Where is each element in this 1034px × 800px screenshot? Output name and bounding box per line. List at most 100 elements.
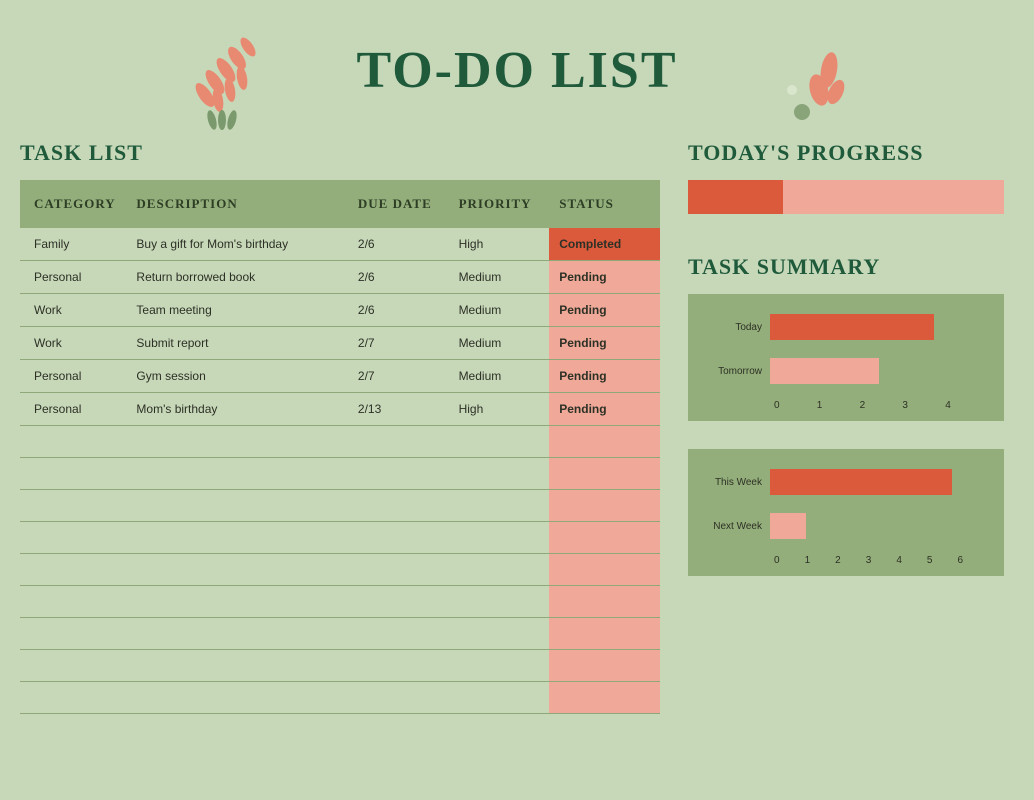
cell-empty[interactable] (348, 650, 449, 682)
chart-bar (770, 513, 806, 539)
summary-chart: This WeekNext Week0123456 (688, 449, 1004, 576)
cell-status[interactable]: Pending (549, 327, 660, 360)
cell-empty[interactable] (549, 458, 660, 490)
cell-empty[interactable] (126, 618, 347, 650)
cell-empty[interactable] (449, 490, 550, 522)
cell-empty[interactable] (549, 554, 660, 586)
cell-description[interactable]: Team meeting (126, 294, 347, 327)
cell-empty[interactable] (348, 426, 449, 458)
cell-empty[interactable] (20, 618, 126, 650)
cell-empty[interactable] (549, 682, 660, 714)
cell-due[interactable]: 2/6 (348, 228, 449, 261)
summary-chart: TodayTomorrow01234 (688, 294, 1004, 421)
cell-empty[interactable] (348, 586, 449, 618)
chart-tick: 1 (805, 555, 836, 566)
cell-category[interactable]: Work (20, 294, 126, 327)
cell-status[interactable]: Pending (549, 393, 660, 426)
chart-bar (770, 314, 934, 340)
cell-empty[interactable] (20, 490, 126, 522)
chart-bar-area (770, 513, 988, 539)
cell-empty[interactable] (126, 522, 347, 554)
cell-empty[interactable] (449, 554, 550, 586)
cell-status[interactable]: Pending (549, 360, 660, 393)
cell-priority[interactable]: Medium (449, 261, 550, 294)
cell-due[interactable]: 2/6 (348, 294, 449, 327)
leaf-decoration-right-icon (774, 50, 864, 140)
col-due-date: DUE DATE (348, 180, 449, 228)
cell-empty[interactable] (126, 490, 347, 522)
col-priority: PRIORITY (449, 180, 550, 228)
cell-empty[interactable] (20, 522, 126, 554)
cell-description[interactable]: Return borrowed book (126, 261, 347, 294)
cell-empty[interactable] (126, 682, 347, 714)
cell-empty[interactable] (449, 586, 550, 618)
cell-empty[interactable] (126, 650, 347, 682)
cell-priority[interactable]: Medium (449, 294, 550, 327)
cell-description[interactable]: Gym session (126, 360, 347, 393)
chart-tick: 2 (835, 555, 866, 566)
cell-empty[interactable] (348, 554, 449, 586)
cell-empty[interactable] (126, 554, 347, 586)
cell-status[interactable]: Completed (549, 228, 660, 261)
cell-status[interactable]: Pending (549, 261, 660, 294)
cell-category[interactable]: Work (20, 327, 126, 360)
cell-empty[interactable] (20, 426, 126, 458)
chart-tick: 4 (945, 400, 988, 411)
cell-priority[interactable]: High (449, 228, 550, 261)
cell-category[interactable]: Personal (20, 360, 126, 393)
col-description: DESCRIPTION (126, 180, 347, 228)
chart-tick: 4 (896, 555, 927, 566)
cell-due[interactable]: 2/7 (348, 327, 449, 360)
cell-priority[interactable]: Medium (449, 327, 550, 360)
cell-empty[interactable] (449, 458, 550, 490)
cell-due[interactable]: 2/7 (348, 360, 449, 393)
cell-description[interactable]: Mom's birthday (126, 393, 347, 426)
chart-row: This Week (704, 467, 988, 497)
cell-empty[interactable] (348, 682, 449, 714)
cell-due[interactable]: 2/13 (348, 393, 449, 426)
cell-priority[interactable]: High (449, 393, 550, 426)
cell-empty[interactable] (20, 586, 126, 618)
cell-empty[interactable] (348, 522, 449, 554)
cell-empty[interactable] (20, 458, 126, 490)
table-row-empty (20, 682, 660, 714)
cell-empty[interactable] (348, 458, 449, 490)
cell-empty[interactable] (549, 618, 660, 650)
table-row: WorkTeam meeting2/6MediumPending (20, 294, 660, 327)
cell-empty[interactable] (549, 490, 660, 522)
cell-category[interactable]: Personal (20, 393, 126, 426)
chart-tick: 2 (860, 400, 903, 411)
cell-empty[interactable] (449, 426, 550, 458)
cell-category[interactable]: Personal (20, 261, 126, 294)
cell-empty[interactable] (549, 426, 660, 458)
progress-fill (688, 180, 783, 214)
chart-label: Today (704, 322, 770, 333)
cell-empty[interactable] (549, 522, 660, 554)
table-row: FamilyBuy a gift for Mom's birthday2/6Hi… (20, 228, 660, 261)
cell-status[interactable]: Pending (549, 294, 660, 327)
cell-empty[interactable] (126, 458, 347, 490)
cell-empty[interactable] (549, 586, 660, 618)
chart-label: Next Week (704, 521, 770, 532)
cell-empty[interactable] (126, 426, 347, 458)
table-row-empty (20, 586, 660, 618)
chart-tick: 6 (957, 555, 988, 566)
cell-empty[interactable] (449, 522, 550, 554)
cell-empty[interactable] (20, 554, 126, 586)
cell-empty[interactable] (449, 618, 550, 650)
cell-description[interactable]: Submit report (126, 327, 347, 360)
cell-empty[interactable] (449, 682, 550, 714)
cell-empty[interactable] (449, 650, 550, 682)
cell-empty[interactable] (549, 650, 660, 682)
chart-row: Next Week (704, 511, 988, 541)
cell-empty[interactable] (20, 650, 126, 682)
header: TO-DO LIST (0, 0, 1034, 140)
cell-empty[interactable] (126, 586, 347, 618)
cell-empty[interactable] (20, 682, 126, 714)
cell-empty[interactable] (348, 618, 449, 650)
cell-due[interactable]: 2/6 (348, 261, 449, 294)
cell-empty[interactable] (348, 490, 449, 522)
cell-category[interactable]: Family (20, 228, 126, 261)
cell-description[interactable]: Buy a gift for Mom's birthday (126, 228, 347, 261)
cell-priority[interactable]: Medium (449, 360, 550, 393)
